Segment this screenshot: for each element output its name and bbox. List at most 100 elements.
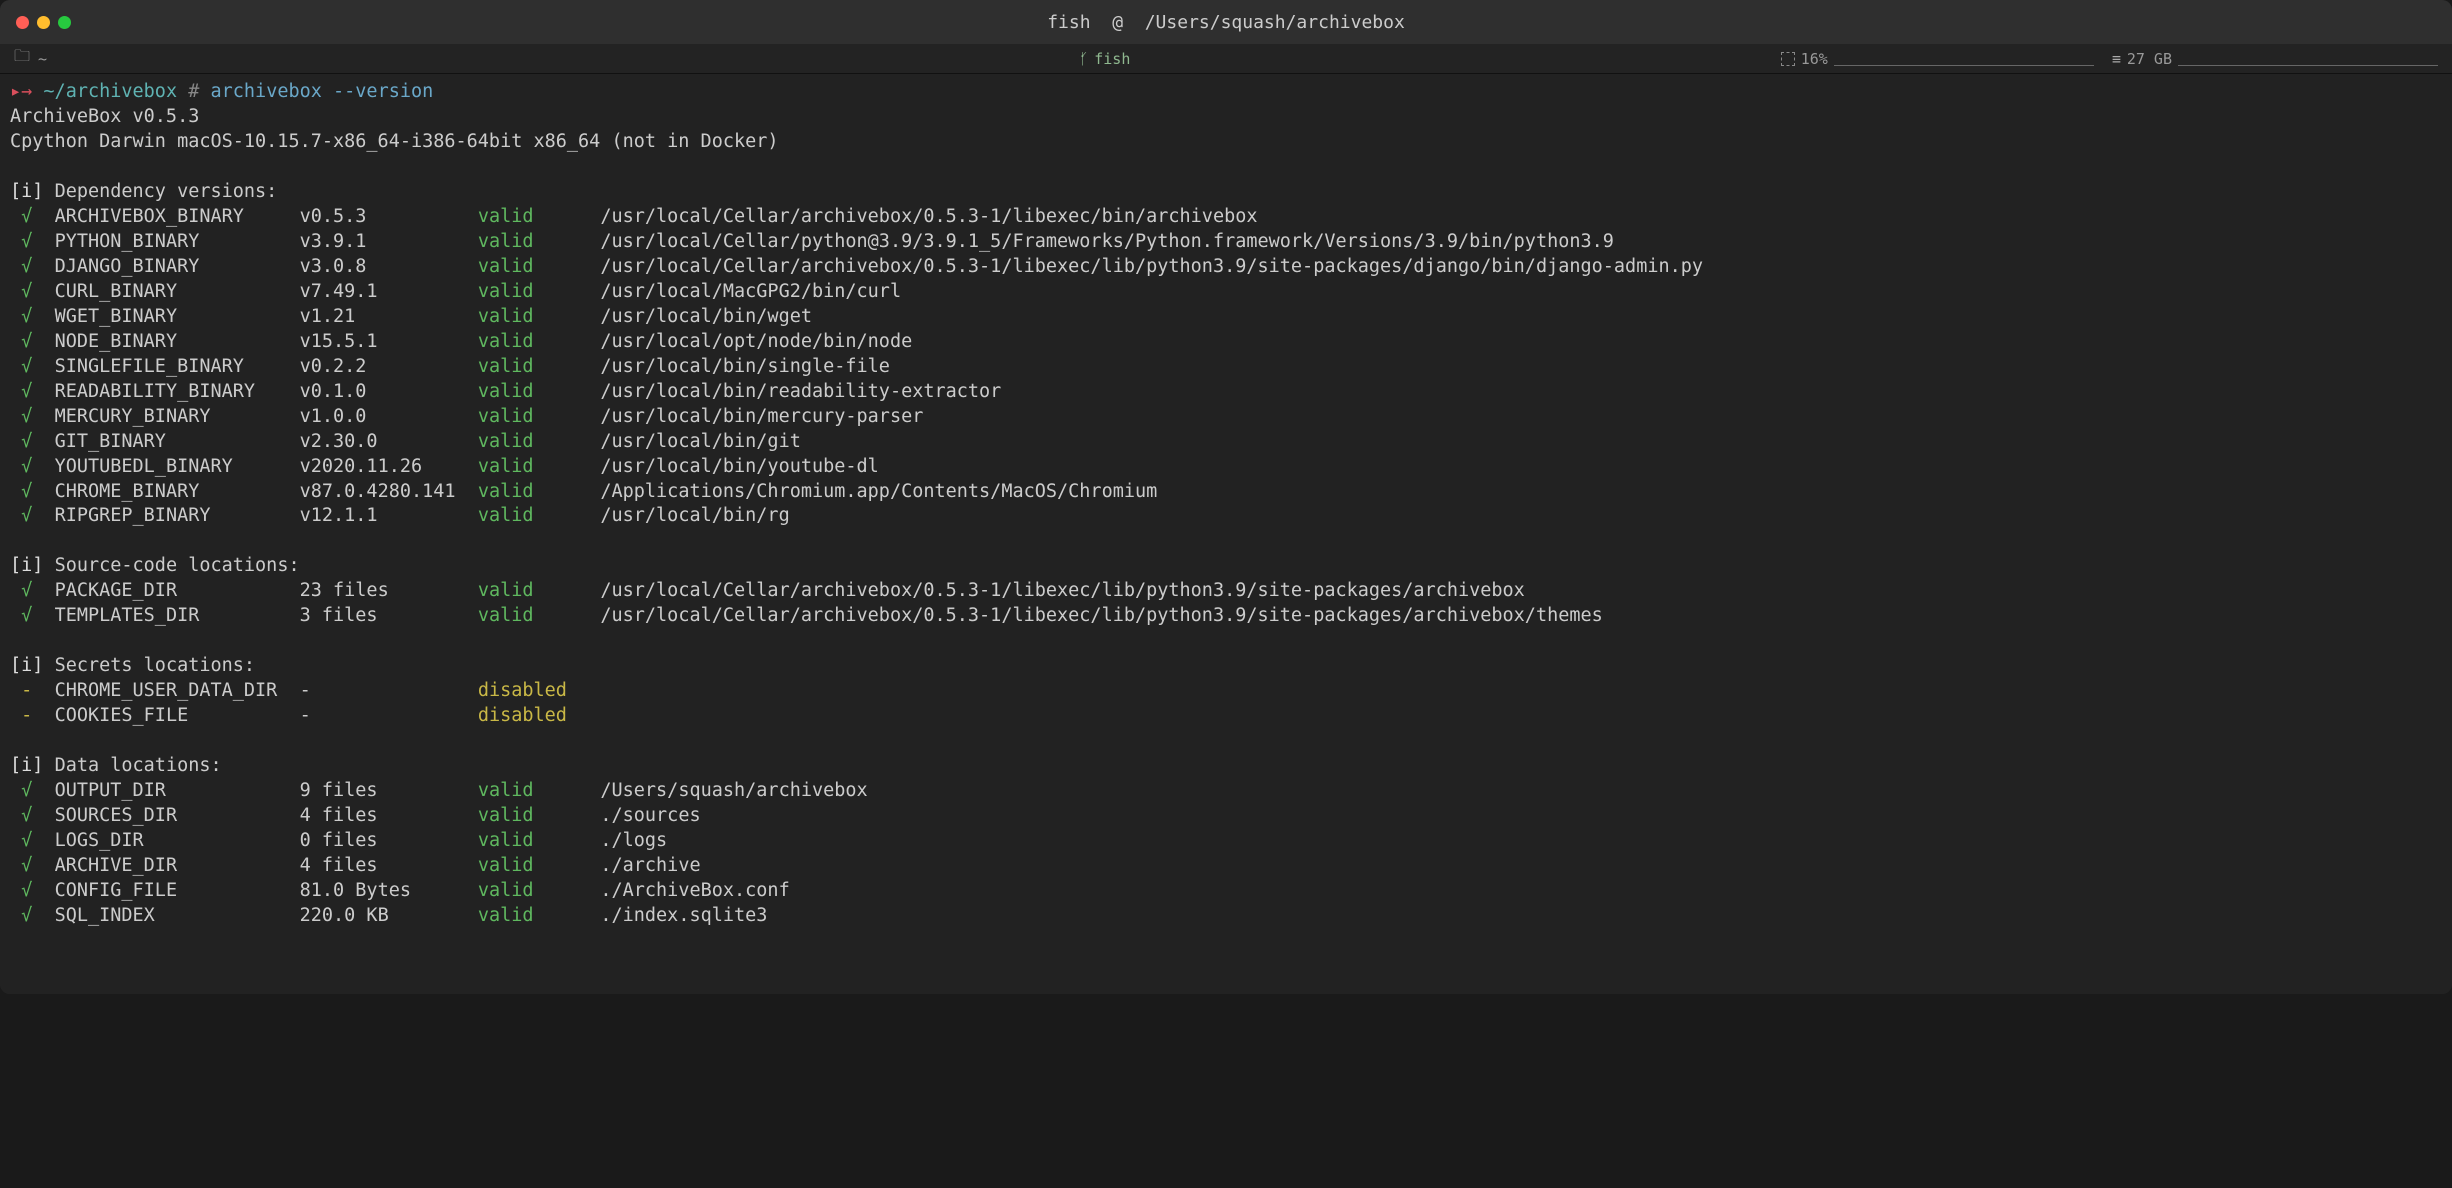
status-mark-icon: √ [10,830,55,851]
output-line: ▸→ ~/archivebox # archivebox --version [10,80,2442,105]
dep-name: READABILITY_BINARY [55,381,300,402]
dep-name: CONFIG_FILE [55,880,300,901]
dep-path: /Applications/Chromium.app/Contents/MacO… [600,481,1157,502]
status-center: ᚶ fish [862,50,1347,68]
status-mark-icon: √ [10,381,55,402]
status-mark-icon: √ [10,456,55,477]
output-line: √ CONFIG_FILE 81.0 Bytes valid ./Archive… [10,879,2442,904]
ram-icon [2112,50,2121,68]
dep-path: /usr/local/bin/wget [600,306,812,327]
dep-name: DJANGO_BINARY [55,256,300,277]
dep-version: v3.9.1 [300,231,478,252]
dep-version: 220.0 KB [300,905,478,926]
output-line: √ PYTHON_BINARY v3.9.1 valid /usr/local/… [10,230,2442,255]
dep-status: valid [478,605,601,626]
dep-name: CURL_BINARY [55,281,300,302]
output-line: [i] Data locations: [10,754,2442,779]
dep-path: ./logs [600,830,667,851]
dep-status: valid [478,805,601,826]
dep-status: valid [478,481,601,502]
status-mark-icon: √ [10,306,55,327]
dep-path: /usr/local/bin/rg [600,505,789,526]
dep-version: - [300,680,478,701]
output-line [10,155,2442,180]
titlebar[interactable]: fish @ /Users/squash/archivebox [0,0,2452,44]
status-mark-icon: √ [10,431,55,452]
dep-status: valid [478,381,601,402]
output-line: √ WGET_BINARY v1.21 valid /usr/local/bin… [10,305,2442,330]
dep-path: /usr/local/bin/readability-extractor [600,381,1001,402]
dep-status: valid [478,431,601,452]
zoom-icon[interactable] [58,16,71,29]
output-line: √ CURL_BINARY v7.49.1 valid /usr/local/M… [10,280,2442,305]
dep-version: 4 files [300,805,478,826]
output-line [10,929,2442,954]
output-line [10,529,2442,554]
dep-status: valid [478,855,601,876]
output-line: √ ARCHIVE_DIR 4 files valid ./archive [10,854,2442,879]
cpu-icon [1781,52,1795,66]
dep-status: valid [478,306,601,327]
output-line: √ YOUTUBEDL_BINARY v2020.11.26 valid /us… [10,455,2442,480]
dep-version: v1.21 [300,306,478,327]
output-line: √ ARCHIVEBOX_BINARY v0.5.3 valid /usr/lo… [10,205,2442,230]
ram-status: 27 GB [2112,50,2438,68]
dep-path: /usr/local/opt/node/bin/node [600,331,912,352]
status-mark-icon: √ [10,505,55,526]
status-path: ~ [38,50,47,68]
dep-path: /usr/local/bin/youtube-dl [600,456,878,477]
status-mark-icon: √ [10,905,55,926]
dep-version: v12.1.1 [300,505,478,526]
info-icon: [i] [10,655,55,676]
dep-version: v15.5.1 [300,331,478,352]
close-icon[interactable] [16,16,29,29]
dep-name: TEMPLATES_DIR [55,605,300,626]
dep-version: v1.0.0 [300,406,478,427]
dep-version: v87.0.4280.141 [300,481,478,502]
prompt-hash: # [188,81,210,102]
status-mark-icon: √ [10,256,55,277]
dep-status: valid [478,905,601,926]
dep-version: v2020.11.26 [300,456,478,477]
info-icon: [i] [10,555,55,576]
terminal-output[interactable]: ▸→ ~/archivebox # archivebox --versionAr… [0,74,2452,994]
dep-name: CHROME_USER_DATA_DIR [55,680,300,701]
dep-name: WGET_BINARY [55,306,300,327]
dep-path: /usr/local/Cellar/python@3.9/3.9.1_5/Fra… [600,231,1614,252]
cpu-label: 16% [1801,50,1828,68]
dep-path: ./ArchiveBox.conf [600,880,789,901]
dep-status: valid [478,580,601,601]
output-line: √ OUTPUT_DIR 9 files valid /Users/squash… [10,779,2442,804]
dep-name: OUTPUT_DIR [55,780,300,801]
command-text: archivebox --version [211,81,434,102]
output-line: √ READABILITY_BINARY v0.1.0 valid /usr/l… [10,380,2442,405]
output-line: √ PACKAGE_DIR 23 files valid /usr/local/… [10,579,2442,604]
dep-name: NODE_BINARY [55,331,300,352]
dep-version: v2.30.0 [300,431,478,452]
output-line: [i] Dependency versions: [10,180,2442,205]
output-line [10,729,2442,754]
status-mark-icon: - [10,680,55,701]
version-line: ArchiveBox v0.5.3 [10,106,199,127]
section-title: Data locations: [55,755,222,776]
output-line: √ SOURCES_DIR 4 files valid ./sources [10,804,2442,829]
status-mark-icon: - [10,705,55,726]
dep-path: /Users/squash/archivebox [600,780,867,801]
minimize-icon[interactable] [37,16,50,29]
ram-graph [2178,52,2438,66]
dep-version: - [300,705,478,726]
dep-version: 4 files [300,855,478,876]
dep-status: disabled [478,680,601,701]
dep-version: 3 files [300,605,478,626]
output-line: √ RIPGREP_BINARY v12.1.1 valid /usr/loca… [10,504,2442,529]
output-line [10,629,2442,654]
section-title: Dependency versions: [55,181,278,202]
dep-status: valid [478,231,601,252]
section-title: Source-code locations: [55,555,300,576]
dep-status: valid [478,406,601,427]
output-line: ArchiveBox v0.5.3 [10,105,2442,130]
dep-path: /usr/local/MacGPG2/bin/curl [600,281,901,302]
status-mark-icon: √ [10,331,55,352]
output-line: √ MERCURY_BINARY v1.0.0 valid /usr/local… [10,405,2442,430]
dep-version: 0 files [300,830,478,851]
